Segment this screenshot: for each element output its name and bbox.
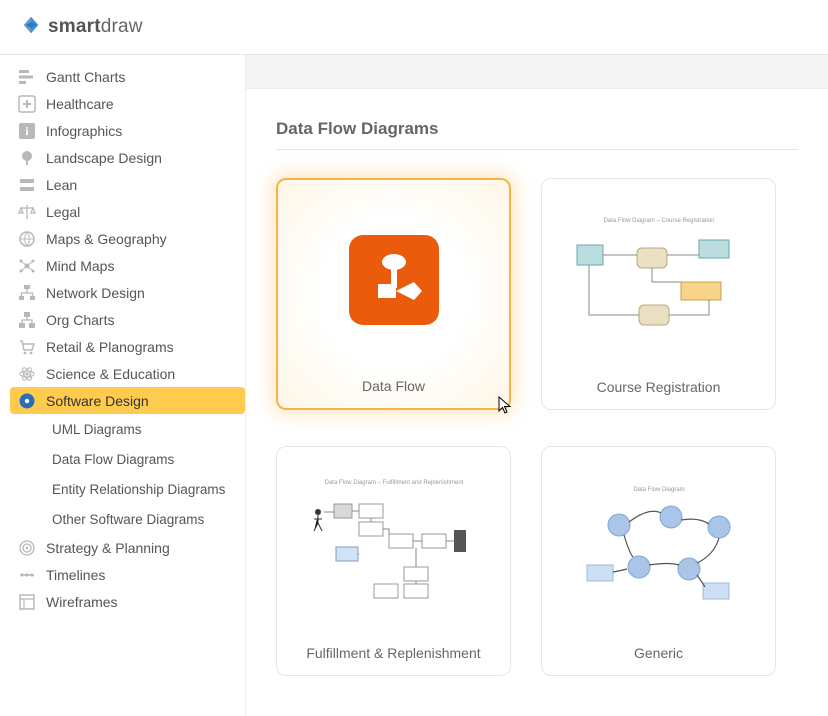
sidebar-item-timelines[interactable]: Timelines xyxy=(10,561,245,588)
page-title: Data Flow Diagrams xyxy=(276,119,798,150)
template-label: Generic xyxy=(542,637,775,675)
sidebar-item-label: Maps & Geography xyxy=(46,231,167,247)
disc-icon xyxy=(16,390,38,412)
sidebar-item-software-design[interactable]: Software Design xyxy=(10,387,245,414)
svg-text:Data Flow Diagram – Course Reg: Data Flow Diagram – Course Registration xyxy=(603,218,714,224)
wireframe-icon xyxy=(16,591,38,613)
template-preview xyxy=(278,180,509,370)
dataflow-tile-icon xyxy=(349,235,439,325)
sidebar-item-landscape-design[interactable]: Landscape Design xyxy=(10,144,245,171)
sidebar-item-label: UML Diagrams xyxy=(52,422,142,437)
sidebar-item-gantt-charts[interactable]: Gantt Charts xyxy=(10,63,245,90)
category-sidebar[interactable]: Gantt Charts Healthcare i Infographics Lands… xyxy=(0,55,246,716)
svg-text:Data Flow Diagram – Fulfillmen: Data Flow Diagram – Fulfillment and Repl… xyxy=(324,480,463,486)
template-card-generic[interactable]: Data Flow Diagram Generic xyxy=(541,446,776,676)
template-label: Course Registration xyxy=(542,371,775,409)
sidebar-item-label: Retail & Planograms xyxy=(46,339,174,355)
sidebar-item-label: Strategy & Planning xyxy=(46,540,170,556)
sidebar-item-label: Gantt Charts xyxy=(46,69,125,85)
svg-text:Data Flow Diagram: Data Flow Diagram xyxy=(633,487,684,493)
template-preview: Data Flow Diagram – Course Registration xyxy=(542,179,775,371)
scale-icon xyxy=(16,201,38,223)
sidebar-item-label: Healthcare xyxy=(46,96,114,112)
sidebar-item-retail-planograms[interactable]: Retail & Planograms xyxy=(10,333,245,360)
sidebar-item-label: Landscape Design xyxy=(46,150,162,166)
sidebar-subitem-data-flow-diagrams[interactable]: Data Flow Diagrams xyxy=(10,444,245,474)
sidebar-item-label: Data Flow Diagrams xyxy=(52,452,174,467)
template-grid: Data Flow Data Flow Diagram – Course Regi… xyxy=(276,178,798,676)
sidebar-item-org-charts[interactable]: Org Charts xyxy=(10,306,245,333)
sidebar-item-label: Mind Maps xyxy=(46,258,114,274)
sidebar-item-label: Software Design xyxy=(46,393,149,409)
timeline-icon xyxy=(16,564,38,586)
info-icon: i xyxy=(16,120,38,142)
sidebar-item-mind-maps[interactable]: Mind Maps xyxy=(10,252,245,279)
sidebar-item-label: Infographics xyxy=(46,123,122,139)
brand-logo[interactable]: smartdraw xyxy=(20,14,143,41)
template-preview: Data Flow Diagram xyxy=(542,447,775,637)
sidebar-item-label: Timelines xyxy=(46,567,105,583)
sidebar-subitem-other-software-diagrams[interactable]: Other Software Diagrams xyxy=(10,504,245,534)
template-label: Fulfillment & Replenishment xyxy=(277,637,510,675)
sidebar-item-infographics[interactable]: i Infographics xyxy=(10,117,245,144)
logo-icon xyxy=(20,14,42,41)
template-card-fulfillment-replenishment[interactable]: Data Flow Diagram – Fulfillment and Repl… xyxy=(276,446,511,676)
main-panel: Data Flow Diagrams Data Flow Data Flow Di… xyxy=(246,55,828,716)
template-card-data-flow[interactable]: Data Flow xyxy=(276,178,511,410)
gantt-icon xyxy=(16,66,38,88)
template-preview: Data Flow Diagram – Fulfillment and Repl… xyxy=(277,447,510,637)
sidebar-item-label: Lean xyxy=(46,177,77,193)
sidebar-item-label: Org Charts xyxy=(46,312,114,328)
sidebar-item-label: Legal xyxy=(46,204,80,220)
cart-icon xyxy=(16,336,38,358)
brand-name: smartdraw xyxy=(48,16,143,38)
sidebar-item-label: Wireframes xyxy=(46,594,118,610)
sidebar-item-label: Entity Relationship Diagrams xyxy=(52,482,225,497)
atom-icon xyxy=(16,363,38,385)
sidebar-item-science-education[interactable]: Science & Education xyxy=(10,360,245,387)
lean-icon xyxy=(16,174,38,196)
sidebar-item-wireframes[interactable]: Wireframes xyxy=(10,588,245,615)
sidebar-item-label: Network Design xyxy=(46,285,145,301)
tree-icon xyxy=(16,147,38,169)
template-card-course-registration[interactable]: Data Flow Diagram – Course Registration C… xyxy=(541,178,776,410)
mind-icon xyxy=(16,255,38,277)
sidebar-item-lean[interactable]: Lean xyxy=(10,171,245,198)
target-icon xyxy=(16,537,38,559)
app-header: smartdraw xyxy=(0,0,828,55)
sidebar-item-label: Science & Education xyxy=(46,366,175,382)
network-icon xyxy=(16,282,38,304)
sidebar-item-legal[interactable]: Legal xyxy=(10,198,245,225)
globe-icon xyxy=(16,228,38,250)
sidebar-subitem-entity-relationship-diagrams[interactable]: Entity Relationship Diagrams xyxy=(10,474,245,504)
toolbar-strip xyxy=(246,55,828,89)
org-icon xyxy=(16,309,38,331)
sidebar-item-network-design[interactable]: Network Design xyxy=(10,279,245,306)
sidebar-item-healthcare[interactable]: Healthcare xyxy=(10,90,245,117)
sidebar-item-maps-geography[interactable]: Maps & Geography xyxy=(10,225,245,252)
plus-icon xyxy=(16,93,38,115)
template-label: Data Flow xyxy=(278,370,509,408)
sidebar-item-strategy-planning[interactable]: Strategy & Planning xyxy=(10,534,245,561)
sidebar-subitem-uml-diagrams[interactable]: UML Diagrams xyxy=(10,414,245,444)
sidebar-item-label: Other Software Diagrams xyxy=(52,512,204,527)
